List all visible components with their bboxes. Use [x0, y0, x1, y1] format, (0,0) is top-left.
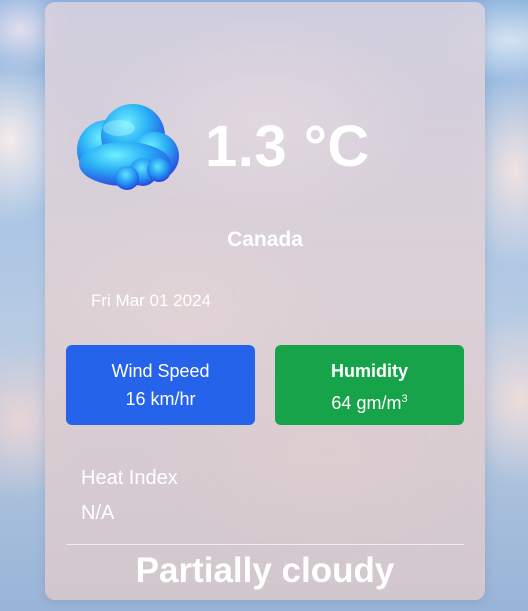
- weather-condition: Partially cloudy: [135, 551, 395, 590]
- heat-index-value: N/A: [81, 502, 115, 524]
- humidity-value-line: 64 gm/m3: [275, 385, 464, 417]
- weather-card: 1.3 °C Canada Fri Mar 01 2024 Wind Speed…: [45, 2, 485, 600]
- date-label: Fri Mar 01 2024: [91, 291, 211, 310]
- wind-speed-value: 16 km/hr: [125, 389, 196, 409]
- humidity-unit-exponent: 3: [401, 393, 408, 405]
- humidity-box: Humidity 64 gm/m3: [275, 345, 464, 425]
- cloud-icon: [77, 104, 179, 190]
- wind-speed-label: Wind Speed: [111, 361, 210, 381]
- location-name: Canada: [227, 228, 303, 251]
- humidity-label: Humidity: [330, 361, 408, 381]
- sky-background: 1.3 °C Canada Fri Mar 01 2024 Wind Speed…: [0, 0, 528, 611]
- heat-index-label: Heat Index: [81, 467, 178, 489]
- humidity-value: 64 gm/m: [331, 393, 402, 413]
- temperature-value: 1.3 °C: [205, 114, 370, 179]
- wind-speed-box: Wind Speed 16 km/hr: [66, 345, 255, 425]
- divider: [66, 544, 464, 545]
